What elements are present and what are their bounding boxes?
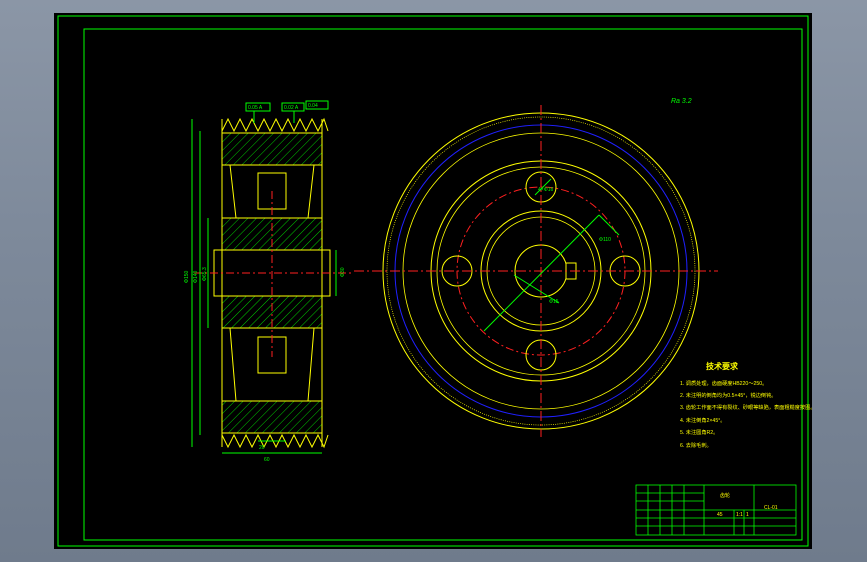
side-section-view: Φ150 Φ140 Φ65.3 Φ30 20 60 0.05 A 0.02 A …	[184, 100, 354, 463]
title-scale: 1:1	[736, 512, 743, 518]
upper-rim-hatch	[221, 132, 323, 166]
title-sheet: 1	[746, 512, 749, 518]
cad-viewport[interactable]: Φ150 Φ140 Φ65.3 Φ30 20 60 0.05 A 0.02 A …	[54, 13, 812, 549]
note-item: 1. 调质处理，齿面硬度HB220～250。	[680, 379, 767, 387]
title-drawing-no: CL-01	[764, 505, 778, 511]
dim-label: 60	[264, 457, 270, 463]
title-material: 45	[717, 512, 723, 518]
tolerance-box: 0.05 A	[248, 105, 263, 111]
front-view: Φ110 Φ15 4×Φ16	[354, 105, 718, 437]
title-part-name: 齿轮	[720, 492, 730, 499]
top-teeth	[221, 117, 329, 133]
note-item: 4. 未注倒角2×45°。	[680, 416, 725, 424]
tolerance-box: 0.02 A	[284, 105, 299, 111]
outer-border	[57, 15, 809, 547]
dim-label: 4×Φ16	[538, 187, 553, 193]
tolerance-box: 0.04	[308, 103, 318, 109]
dim-label: Φ150	[184, 270, 190, 283]
dim-label: 20	[259, 445, 265, 451]
note-item: 3. 齿轮工作面不得有裂纹、砂眼等缺陷，表面粗糙度按图。	[680, 403, 812, 411]
dim-label: Φ140	[193, 270, 199, 283]
lower-rim-hatch	[221, 400, 323, 434]
note-item: 6. 去除毛刺。	[680, 441, 712, 449]
dim-label: Φ110	[599, 237, 611, 243]
notes-title: 技术要求	[706, 361, 739, 371]
drawing-canvas: Φ150 Φ140 Φ65.3 Φ30 20 60 0.05 A 0.02 A …	[57, 15, 812, 547]
dim-label: Φ30	[340, 267, 346, 277]
dim-label: Φ65.3	[202, 267, 208, 281]
dim-label: Φ15	[549, 299, 559, 305]
note-item: 2. 未注明的倒角均为0.5×45°，锐边倒钝。	[680, 391, 776, 399]
technical-notes: 技术要求 1. 调质处理，齿面硬度HB220～250。 2. 未注明的倒角均为0…	[680, 361, 812, 449]
roughness-label: Ra 3.2	[671, 98, 692, 105]
note-item: 5. 未注圆角R2。	[680, 428, 718, 436]
